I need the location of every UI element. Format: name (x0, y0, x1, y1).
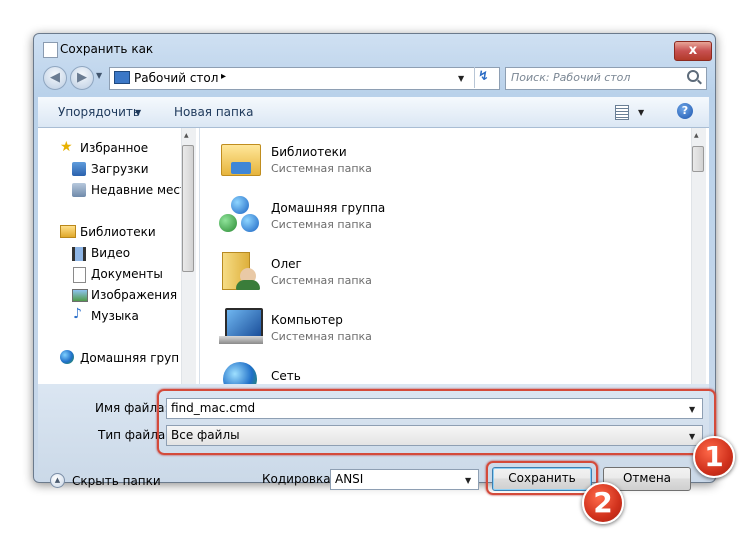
nav-homegroup[interactable]: Домашняя группа (80, 351, 180, 365)
file-item-type: Системная папка (271, 274, 372, 287)
organize-dropdown-icon[interactable]: ▼ (135, 108, 141, 117)
back-button[interactable]: ◀ (43, 66, 67, 90)
close-icon: x (688, 43, 698, 58)
file-item-type: Системная папка (271, 330, 372, 343)
file-item-homegroup[interactable]: Домашняя группа (271, 201, 385, 215)
nav-libraries[interactable]: Библиотеки (80, 225, 156, 239)
callout-highlight-filename (157, 389, 716, 455)
nav-video[interactable]: Видео (91, 246, 130, 260)
file-item-network[interactable]: Сеть (271, 369, 301, 383)
back-arrow-icon: ◀ (50, 70, 60, 85)
file-item-oleg[interactable]: Олег (271, 257, 302, 271)
nav-images[interactable]: Изображения (91, 288, 177, 302)
history-dropdown-icon[interactable]: ▼ (96, 71, 102, 80)
nav-music[interactable]: Музыка (91, 309, 139, 323)
file-item-libraries[interactable]: Библиотеки (271, 145, 347, 159)
desktop-icon (114, 71, 130, 84)
computer-icon (219, 306, 263, 346)
video-icon (72, 247, 86, 261)
recent-places-icon (72, 183, 86, 197)
window-icon (43, 42, 58, 58)
downloads-icon (72, 162, 86, 176)
encoding-value[interactable]: ANSI (335, 472, 363, 486)
view-options-icon[interactable] (615, 105, 629, 120)
file-item-computer[interactable]: Компьютер (271, 313, 343, 327)
libraries-folder-icon (60, 225, 76, 238)
hide-folders-button[interactable]: Скрыть папки (72, 474, 161, 488)
navigation-scroll-thumb[interactable] (182, 145, 194, 272)
new-folder-button[interactable]: Новая папка (174, 105, 253, 119)
nav-downloads[interactable]: Загрузки (91, 162, 149, 176)
nav-recent[interactable]: Недавние места (91, 183, 194, 197)
encoding-dropdown-icon[interactable]: ▼ (465, 476, 471, 485)
music-icon: ♪ (73, 306, 82, 322)
file-list-scroll-thumb[interactable] (692, 146, 704, 172)
organize-button[interactable]: Упорядочить (58, 105, 140, 119)
libraries-icon (219, 138, 263, 178)
help-icon[interactable]: ? (677, 103, 693, 119)
callout-badge-2: 2 (582, 482, 624, 524)
callout-highlight-save (486, 461, 598, 495)
close-button[interactable]: x (674, 41, 712, 61)
network-icon (219, 360, 259, 384)
search-input[interactable]: Поиск: Рабочий стол (511, 71, 630, 84)
homegroup-icon (219, 196, 261, 236)
view-dropdown-icon[interactable]: ▼ (638, 108, 644, 117)
star-icon: ★ (60, 139, 73, 155)
callout-badge-1: 1 (693, 436, 735, 478)
images-icon (72, 289, 88, 302)
nav-favorites[interactable]: Избранное (80, 141, 148, 155)
address-divider (474, 67, 475, 88)
address-dropdown-icon[interactable]: ▼ (458, 74, 464, 83)
address-location[interactable]: Рабочий стол (134, 71, 218, 85)
forward-button[interactable]: ▶ (70, 66, 94, 90)
file-item-type: Системная папка (271, 162, 372, 175)
file-item-type: Системная папка (271, 218, 372, 231)
scroll-up-icon[interactable]: ▲ (184, 132, 189, 139)
forward-arrow-icon: ▶ (77, 70, 87, 85)
breadcrumb-arrow-icon[interactable]: ▸ (221, 71, 226, 82)
documents-icon (73, 267, 86, 283)
collapse-icon[interactable]: ▲ (50, 473, 65, 488)
user-folder-icon (222, 248, 262, 292)
refresh-icon[interactable]: ↯ (478, 69, 489, 84)
nav-documents[interactable]: Документы (91, 267, 163, 281)
window-title: Сохранить как (60, 42, 154, 56)
file-scroll-up-icon[interactable]: ▲ (694, 132, 699, 139)
encoding-label: Кодировка: (262, 472, 335, 486)
homegroup-icon (60, 350, 74, 364)
